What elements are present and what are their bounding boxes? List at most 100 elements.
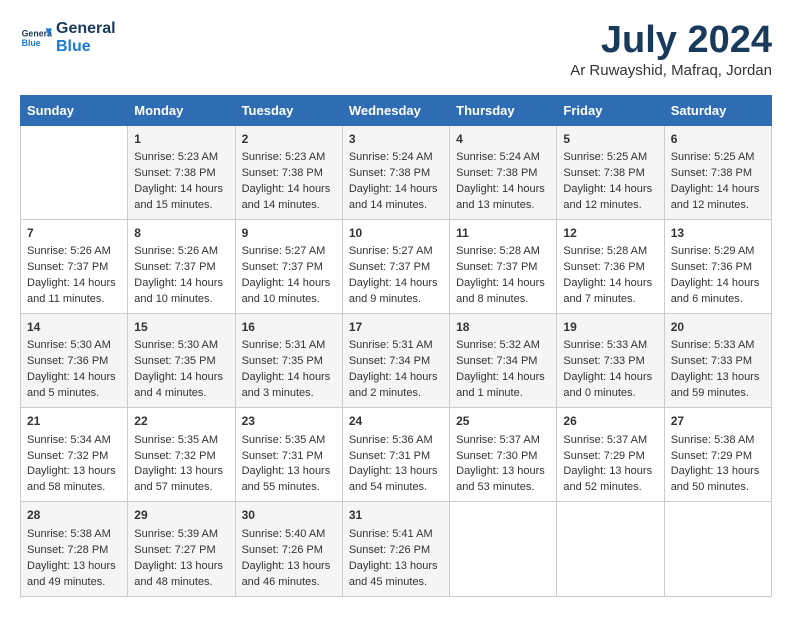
day-info: Daylight: 14 hours [671, 182, 765, 198]
day-number: 11 [456, 225, 550, 242]
day-info: Sunrise: 5:23 AM [242, 150, 336, 166]
day-info: Sunrise: 5:33 AM [671, 338, 765, 354]
day-info: Daylight: 13 hours [27, 464, 121, 480]
calendar-cell: 4Sunrise: 5:24 AMSunset: 7:38 PMDaylight… [450, 125, 557, 219]
day-info: Daylight: 14 hours [563, 182, 657, 198]
day-info: Sunset: 7:35 PM [134, 354, 228, 370]
day-number: 20 [671, 319, 765, 336]
day-info: Sunset: 7:28 PM [27, 543, 121, 559]
day-info: and 58 minutes. [27, 480, 121, 496]
calendar-cell: 17Sunrise: 5:31 AMSunset: 7:34 PMDayligh… [342, 314, 449, 408]
day-info: Daylight: 13 hours [242, 559, 336, 575]
day-info: Sunset: 7:36 PM [671, 260, 765, 276]
day-info: Sunrise: 5:38 AM [671, 433, 765, 449]
day-info: Sunrise: 5:29 AM [671, 244, 765, 260]
day-info: and 14 minutes. [242, 198, 336, 214]
day-info: Daylight: 13 hours [563, 464, 657, 480]
day-info: and 45 minutes. [349, 575, 443, 591]
day-info: and 10 minutes. [242, 292, 336, 308]
day-info: Sunrise: 5:35 AM [242, 433, 336, 449]
logo-icon: General Blue [20, 22, 52, 54]
logo-general: General [56, 20, 116, 38]
calendar-cell: 30Sunrise: 5:40 AMSunset: 7:26 PMDayligh… [235, 502, 342, 596]
day-info: Sunset: 7:37 PM [456, 260, 550, 276]
day-number: 9 [242, 225, 336, 242]
logo-blue: Blue [56, 38, 116, 56]
day-number: 2 [242, 131, 336, 148]
calendar-cell: 15Sunrise: 5:30 AMSunset: 7:35 PMDayligh… [128, 314, 235, 408]
day-info: and 54 minutes. [349, 480, 443, 496]
calendar-cell: 20Sunrise: 5:33 AMSunset: 7:33 PMDayligh… [664, 314, 771, 408]
calendar-cell: 27Sunrise: 5:38 AMSunset: 7:29 PMDayligh… [664, 408, 771, 502]
day-info: Daylight: 14 hours [134, 182, 228, 198]
day-info: Daylight: 14 hours [27, 276, 121, 292]
day-info: Daylight: 13 hours [456, 464, 550, 480]
weekday-header-friday: Friday [557, 95, 664, 125]
calendar-cell: 5Sunrise: 5:25 AMSunset: 7:38 PMDaylight… [557, 125, 664, 219]
day-info: and 11 minutes. [27, 292, 121, 308]
day-info: Sunrise: 5:30 AM [134, 338, 228, 354]
day-info: Daylight: 14 hours [456, 182, 550, 198]
day-info: Daylight: 13 hours [671, 370, 765, 386]
calendar-cell: 2Sunrise: 5:23 AMSunset: 7:38 PMDaylight… [235, 125, 342, 219]
day-number: 31 [349, 507, 443, 524]
weekday-header-wednesday: Wednesday [342, 95, 449, 125]
day-info: and 8 minutes. [456, 292, 550, 308]
title-block: July 2024 Ar Ruwayshid, Mafraq, Jordan [570, 20, 772, 79]
calendar-cell: 11Sunrise: 5:28 AMSunset: 7:37 PMDayligh… [450, 219, 557, 313]
calendar-cell: 13Sunrise: 5:29 AMSunset: 7:36 PMDayligh… [664, 219, 771, 313]
day-info: and 7 minutes. [563, 292, 657, 308]
calendar-cell: 1Sunrise: 5:23 AMSunset: 7:38 PMDaylight… [128, 125, 235, 219]
day-info: Sunrise: 5:28 AM [456, 244, 550, 260]
day-info: Sunset: 7:29 PM [671, 449, 765, 465]
logo: General Blue General Blue [20, 20, 116, 55]
calendar-cell: 26Sunrise: 5:37 AMSunset: 7:29 PMDayligh… [557, 408, 664, 502]
day-info: and 10 minutes. [134, 292, 228, 308]
calendar-cell: 18Sunrise: 5:32 AMSunset: 7:34 PMDayligh… [450, 314, 557, 408]
day-info: Daylight: 13 hours [134, 559, 228, 575]
day-info: Sunrise: 5:36 AM [349, 433, 443, 449]
weekday-header-thursday: Thursday [450, 95, 557, 125]
day-info: Sunrise: 5:23 AM [134, 150, 228, 166]
calendar-cell: 22Sunrise: 5:35 AMSunset: 7:32 PMDayligh… [128, 408, 235, 502]
calendar-cell: 16Sunrise: 5:31 AMSunset: 7:35 PMDayligh… [235, 314, 342, 408]
calendar-cell [557, 502, 664, 596]
calendar-cell: 7Sunrise: 5:26 AMSunset: 7:37 PMDaylight… [21, 219, 128, 313]
day-number: 10 [349, 225, 443, 242]
day-info: Sunrise: 5:24 AM [456, 150, 550, 166]
day-number: 22 [134, 413, 228, 430]
day-info: Daylight: 14 hours [134, 276, 228, 292]
day-info: Sunrise: 5:25 AM [671, 150, 765, 166]
day-number: 23 [242, 413, 336, 430]
day-info: Sunrise: 5:40 AM [242, 527, 336, 543]
calendar-cell: 6Sunrise: 5:25 AMSunset: 7:38 PMDaylight… [664, 125, 771, 219]
day-info: Sunrise: 5:32 AM [456, 338, 550, 354]
day-info: Sunset: 7:34 PM [349, 354, 443, 370]
day-info: Sunrise: 5:41 AM [349, 527, 443, 543]
day-info: and 15 minutes. [134, 198, 228, 214]
day-info: and 12 minutes. [563, 198, 657, 214]
weekday-header-sunday: Sunday [21, 95, 128, 125]
calendar-cell: 31Sunrise: 5:41 AMSunset: 7:26 PMDayligh… [342, 502, 449, 596]
weekday-header-saturday: Saturday [664, 95, 771, 125]
day-number: 12 [563, 225, 657, 242]
calendar-cell: 25Sunrise: 5:37 AMSunset: 7:30 PMDayligh… [450, 408, 557, 502]
day-number: 27 [671, 413, 765, 430]
week-row-4: 21Sunrise: 5:34 AMSunset: 7:32 PMDayligh… [21, 408, 772, 502]
day-info: Daylight: 14 hours [242, 276, 336, 292]
day-info: and 4 minutes. [134, 386, 228, 402]
day-info: Sunset: 7:26 PM [349, 543, 443, 559]
calendar-cell: 28Sunrise: 5:38 AMSunset: 7:28 PMDayligh… [21, 502, 128, 596]
weekday-header-row: SundayMondayTuesdayWednesdayThursdayFrid… [21, 95, 772, 125]
day-info: Daylight: 13 hours [27, 559, 121, 575]
calendar-cell: 21Sunrise: 5:34 AMSunset: 7:32 PMDayligh… [21, 408, 128, 502]
day-info: and 3 minutes. [242, 386, 336, 402]
page-header: General Blue General Blue July 2024 Ar R… [20, 20, 772, 79]
day-info: and 59 minutes. [671, 386, 765, 402]
calendar-cell: 19Sunrise: 5:33 AMSunset: 7:33 PMDayligh… [557, 314, 664, 408]
day-info: Sunrise: 5:31 AM [242, 338, 336, 354]
day-info: Sunset: 7:27 PM [134, 543, 228, 559]
day-info: Sunset: 7:38 PM [242, 166, 336, 182]
day-info: and 2 minutes. [349, 386, 443, 402]
day-info: Daylight: 14 hours [27, 370, 121, 386]
